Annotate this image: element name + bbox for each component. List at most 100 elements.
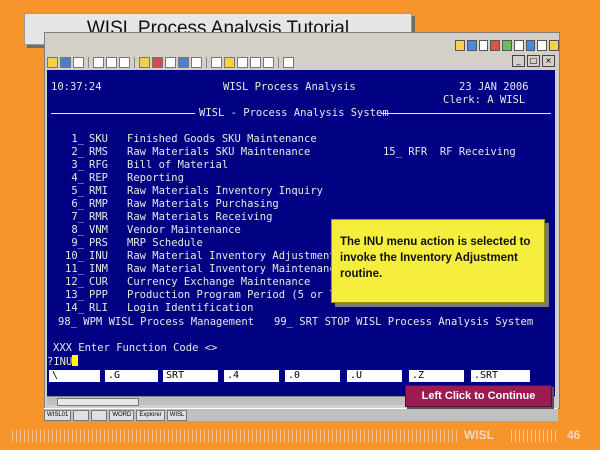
session-icon[interactable]	[250, 56, 261, 68]
menu-item-number: 12_	[65, 276, 84, 288]
help-icon[interactable]	[283, 56, 294, 68]
taskbar-item[interactable]	[91, 409, 108, 421]
save-icon[interactable]	[60, 56, 71, 68]
menu-item-rep[interactable]: 4_ REP Reporting	[58, 172, 184, 185]
menu-item-rmi[interactable]: 5_ RMI Raw Materials Inventory Inquiry	[58, 185, 323, 198]
menu-item-label: Raw Material Inventory Adjustment	[127, 250, 336, 262]
document-icon[interactable]	[478, 39, 489, 51]
macro-icon[interactable]	[211, 56, 222, 68]
copy-icon[interactable]	[106, 56, 117, 68]
taskbar-item[interactable]: WISL	[166, 409, 188, 421]
terminal-clerk: Clerk: A WISL	[443, 94, 526, 106]
menu-item-code: VNM	[89, 224, 108, 236]
function-code-prompt: XXX Enter Function Code <>	[53, 342, 218, 354]
terminal-toolbar	[47, 55, 487, 69]
cut-icon[interactable]	[93, 56, 104, 68]
header-rule-left	[51, 113, 195, 114]
mail-icon[interactable]	[549, 39, 560, 51]
folder-icon[interactable]	[455, 39, 465, 51]
settings-icon[interactable]	[537, 39, 548, 51]
terminal-date: 23 JAN 2006	[459, 81, 529, 93]
menu-item-inu[interactable]: 10_ INU Raw Material Inventory Adjustment	[58, 250, 336, 263]
fkey-6[interactable]: .U	[347, 370, 402, 382]
taskbar-item[interactable]: Explorer	[136, 409, 165, 421]
menu-item-ppp[interactable]: 13_ PPP Production Program Period (5 or 7 …	[58, 289, 367, 302]
menu-item-rmr[interactable]: 7_ RMR Raw Materials Receiving	[58, 211, 272, 224]
menu-item-label: Vendor Maintenance	[127, 224, 241, 236]
menu-item-number: 10_	[65, 250, 84, 262]
color-icon[interactable]	[178, 56, 189, 68]
app-icon-strip	[455, 35, 560, 55]
menu-item-inm[interactable]: 11_ INM Raw Material Inventory Maintenance	[58, 263, 342, 276]
menu-item-vnm[interactable]: 8_ VNM Vendor Maintenance	[58, 224, 241, 237]
menu-item-label: Bill of Material	[127, 159, 229, 171]
menu-item-rmp[interactable]: 6_ RMP Raw Materials Purchasing	[58, 198, 278, 211]
toolbar-divider	[88, 56, 89, 68]
menu-item-number: 1_	[71, 133, 84, 145]
menu-item-code: RLI	[89, 302, 108, 314]
toolbar-divider	[278, 56, 279, 68]
stop-icon[interactable]	[490, 39, 501, 51]
fkey-2[interactable]: .G	[105, 370, 158, 382]
menu-item-code: RMR	[89, 211, 108, 223]
print-icon[interactable]	[513, 39, 524, 51]
menu-item-cur[interactable]: 12_ CUR Currency Exchange Maintenance	[58, 276, 310, 289]
menu-item-code: RMS	[89, 146, 108, 158]
close-icon[interactable]: ×	[542, 55, 555, 67]
menu-item-number: 4_	[71, 172, 84, 184]
fkey-4[interactable]: .4	[224, 370, 279, 382]
capture-icon[interactable]	[237, 56, 248, 68]
monitor-icon[interactable]	[466, 39, 477, 51]
record-icon[interactable]	[224, 56, 235, 68]
menu-item-rli[interactable]: 14_ RLI Login Identification	[58, 302, 253, 315]
continue-button[interactable]: Left Click to Continue	[405, 385, 552, 407]
menu-item-label: MRP Schedule	[127, 237, 203, 249]
menu-item-stop[interactable]: 99_ SRT STOP WISL Process Analysis Syste…	[274, 316, 533, 329]
fkey-1[interactable]: \	[49, 370, 100, 382]
taskbar-item[interactable]: WORD	[109, 409, 135, 421]
taskbar: WISL01 WORD Explorer WISL	[44, 408, 558, 421]
refresh-icon[interactable]	[502, 39, 512, 51]
menu-item-sku[interactable]: 1_ SKU Finished Goods SKU Maintenance	[58, 133, 316, 146]
menu-item-rfg[interactable]: 3_ RFG Bill of Material	[58, 159, 228, 172]
menu-item-code: REP	[89, 172, 108, 184]
menu-item-label: Raw Materials Inventory Inquiry	[127, 185, 323, 197]
menu-item-label: RF Receiving	[439, 146, 516, 158]
menu-item-wpm[interactable]: 98_ WPM WISL Process Management	[58, 316, 254, 329]
paste-icon[interactable]	[119, 56, 130, 68]
print-icon[interactable]	[73, 56, 84, 68]
maximize-icon[interactable]: □	[527, 55, 540, 67]
disconnect-icon[interactable]	[152, 56, 163, 68]
fkey-7[interactable]: .Z	[409, 370, 464, 382]
header-rule-right	[381, 113, 551, 114]
transfer-icon[interactable]	[263, 56, 274, 68]
minimize-icon[interactable]: _	[512, 55, 525, 67]
taskbar-item[interactable]: WISL01	[44, 409, 72, 421]
menu-item-rfr[interactable]: 15_ RFR RF Receiving	[345, 133, 516, 172]
keyboard-icon[interactable]	[165, 56, 176, 68]
footer-decoration	[12, 430, 460, 442]
scrollbar-thumb[interactable]	[57, 398, 139, 406]
font-icon[interactable]	[191, 56, 202, 68]
menu-item-label: Reporting	[127, 172, 184, 184]
toolbar-divider	[134, 56, 135, 68]
input-value: ?INU	[47, 356, 73, 368]
toolbar-divider	[206, 56, 207, 68]
fkey-8[interactable]: .SRT	[471, 370, 530, 382]
menu-item-rms[interactable]: 2_ RMS Raw Materials SKU Maintenance	[58, 146, 310, 159]
menu-item-code: RFR	[408, 146, 428, 158]
connect-icon[interactable]	[139, 56, 150, 68]
menu-item-code: INM	[89, 263, 108, 275]
function-code-input[interactable]: ?INU	[47, 355, 79, 369]
taskbar-item[interactable]	[73, 409, 90, 421]
menu-item-code: CUR	[89, 276, 108, 288]
menu-item-number: 9_	[71, 237, 84, 249]
open-icon[interactable]	[47, 56, 58, 68]
fkey-5[interactable]: .0	[285, 370, 340, 382]
menu-item-label: Login Identification	[127, 302, 254, 314]
fkey-3[interactable]: SRT	[163, 370, 218, 382]
menu-item-prs[interactable]: 9_ PRS MRP Schedule	[58, 237, 203, 250]
globe-icon[interactable]	[525, 39, 536, 51]
callout-box: The INU menu action is selected to invok…	[331, 219, 545, 303]
menu-item-code: RMP	[89, 198, 108, 210]
